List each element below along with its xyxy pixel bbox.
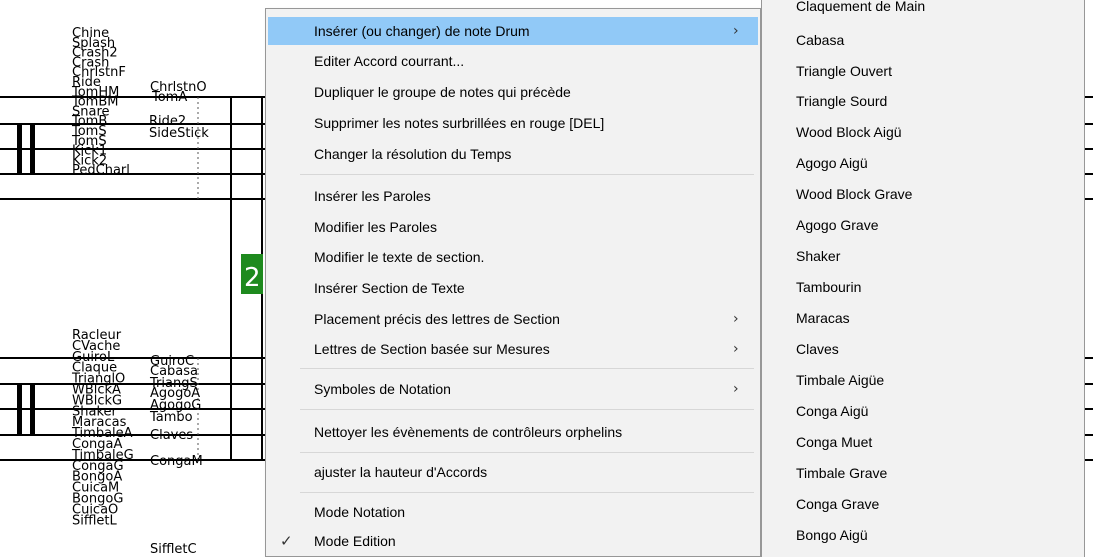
submenu-arrow-icon: › (733, 311, 739, 327)
menu-item-label: Modifier les Paroles (314, 219, 437, 235)
drum-labels-upper: ChineSplashCrash2CrashChrlstnFRideTomHMT… (71, 26, 130, 178)
menu-item-label: Mode Notation (314, 504, 406, 520)
submenu-item-maracas[interactable]: Maracas (762, 304, 1084, 335)
submenu-item-shaker[interactable]: Shaker (762, 242, 1084, 273)
submenu-item-claves[interactable]: Claves (762, 335, 1084, 366)
submenu-item-label: Claquement de Main (796, 0, 926, 14)
submenu-item-label: Triangle Sourd (796, 93, 888, 109)
submenu-item-high-conga[interactable]: Conga Aigü (762, 397, 1084, 428)
menu-item-label: Changer la résolution du Temps (314, 146, 512, 162)
menu-item-change-resolution[interactable]: Changer la résolution du Temps (268, 140, 758, 168)
menu-item-label: Modifier le texte de section. (314, 249, 485, 265)
submenu-item-label: Conga Muet (796, 434, 873, 450)
submenu-arrow-icon: › (733, 23, 739, 39)
submenu-item-label: Tambourin (796, 279, 862, 295)
submenu-item-mute-triangle[interactable]: Triangle Sourd (762, 87, 1084, 118)
menu-separator (300, 409, 754, 410)
drum-label: Tambo (149, 410, 193, 425)
menu-item-delete-highlighted[interactable]: Supprimer les notes surbrillées en rouge… (268, 109, 758, 137)
menu-item-label: ajuster la hauteur d'Accords (314, 464, 488, 480)
menu-item-label: Insérer les Paroles (314, 188, 431, 204)
drum-note-submenu: Claquement de Main Cabasa Triangle Ouver… (761, 0, 1085, 557)
menu-item-notation-mode[interactable]: Mode Notation (268, 498, 758, 526)
submenu-item-label: Triangle Ouvert (796, 63, 892, 79)
submenu-item-label: Agogo Grave (796, 217, 879, 233)
submenu-item-label: Conga Aigü (796, 403, 869, 419)
submenu-item-label: Shaker (796, 248, 841, 264)
submenu-item-low-agogo[interactable]: Agogo Grave (762, 211, 1084, 242)
menu-separator (300, 492, 754, 493)
submenu-item-label: Agogo Aigü (796, 155, 868, 171)
submenu-item-label: Claves (796, 341, 839, 357)
submenu-item-label: Wood Block Grave (796, 186, 913, 202)
drum-label: SiffletC (150, 542, 197, 557)
menu-item-label: Symboles de Notation (314, 381, 451, 397)
menu-item-edit-mode[interactable]: ✓ Mode Edition (268, 527, 758, 555)
submenu-arrow-icon: › (733, 381, 739, 397)
drum-labels-lower-col2: GuiroCCabasaTriangSAgogoAAgogoGTamboClav… (149, 354, 203, 557)
menu-item-label: Nettoyer les évènements de contrôleurs o… (314, 424, 623, 440)
drum-label: Claves (150, 428, 193, 443)
menu-item-label: Placement précis des lettres de Section (314, 311, 560, 327)
submenu-arrow-icon: › (733, 341, 739, 357)
menu-item-edit-section-text[interactable]: Modifier le texte de section. (268, 243, 758, 271)
menu-item-label: Lettres de Section basée sur Mesures (314, 341, 550, 357)
submenu-item-high-agogo[interactable]: Agogo Aigü (762, 149, 1084, 180)
context-menu: Insérer (ou changer) de note Drum › Edit… (265, 8, 761, 557)
menu-item-label: Insérer (ou changer) de note Drum (314, 23, 530, 39)
menu-item-insert-section-text[interactable]: Insérer Section de Texte (268, 274, 758, 302)
submenu-item-high-wood-block[interactable]: Wood Block Aigü (762, 118, 1084, 149)
submenu-item-open-triangle[interactable]: Triangle Ouvert (762, 57, 1084, 88)
submenu-item-label: Timbale Aigüe (796, 372, 885, 388)
menu-item-insert-drum-note[interactable]: Insérer (ou changer) de note Drum › (268, 17, 758, 45)
submenu-item-high-bongo[interactable]: Bongo Aigü (762, 521, 1084, 552)
submenu-item-tambourine[interactable]: Tambourin (762, 273, 1084, 304)
submenu-item-label: Cabasa (796, 32, 845, 48)
menu-separator (300, 452, 754, 453)
menu-item-insert-lyrics[interactable]: Insérer les Paroles (268, 182, 758, 210)
drum-labels-upper-col2: ChrlstnOTomARide2SideStick (149, 80, 209, 141)
measure-marker-number: 2 (244, 263, 261, 293)
drum-label: SideStick (149, 126, 209, 141)
menu-item-label: Mode Edition (314, 533, 396, 549)
menu-item-edit-lyrics[interactable]: Modifier les Paroles (268, 213, 758, 241)
menu-item-duplicate-notes[interactable]: Dupliquer le groupe de notes qui précède (268, 78, 758, 106)
menu-item-section-letter-placement[interactable]: Placement précis des lettres de Section … (268, 305, 758, 333)
menu-item-adjust-chord-height[interactable]: ajuster la hauteur d'Accords (268, 458, 758, 486)
menu-separator (300, 368, 754, 369)
submenu-item-high-timbale[interactable]: Timbale Aigüe (762, 366, 1084, 397)
menu-item-label: Insérer Section de Texte (314, 280, 465, 296)
submenu-item-low-wood-block[interactable]: Wood Block Grave (762, 180, 1084, 211)
menu-item-edit-chord[interactable]: Editer Accord courrant... (268, 47, 758, 75)
checkmark-icon: ✓ (280, 532, 293, 550)
submenu-item-cabasa[interactable]: Cabasa (762, 26, 1084, 57)
submenu-item-label: Conga Grave (796, 496, 880, 512)
drum-label: TomA (151, 90, 187, 105)
submenu-item-low-conga[interactable]: Conga Grave (762, 490, 1084, 521)
menu-item-label: Supprimer les notes surbrillées en rouge… (314, 115, 605, 131)
submenu-item-label: Bongo Aigü (796, 527, 868, 543)
submenu-item-low-timbale[interactable]: Timbale Grave (762, 459, 1084, 490)
submenu-item-hand-clap[interactable]: Claquement de Main (762, 0, 1084, 23)
drum-label: PedCharl (72, 163, 130, 178)
submenu-item-label: Maracas (796, 310, 850, 326)
menu-item-notation-symbols[interactable]: Symboles de Notation › (268, 375, 758, 403)
menu-item-label: Dupliquer le groupe de notes qui précède (314, 84, 571, 100)
menu-separator (300, 174, 754, 175)
menu-item-clean-orphan-controllers[interactable]: Nettoyer les évènements de contrôleurs o… (268, 418, 758, 446)
submenu-item-label: Timbale Grave (796, 465, 888, 481)
submenu-item-label: Wood Block Aigü (796, 124, 902, 140)
menu-item-section-letters-by-bar[interactable]: Lettres de Section basée sur Mesures › (268, 335, 758, 363)
drum-label: SiffletL (72, 513, 118, 528)
menu-item-label: Editer Accord courrant... (314, 53, 465, 69)
drum-label: CongaM (150, 454, 203, 469)
submenu-item-mute-conga[interactable]: Conga Muet (762, 428, 1084, 459)
